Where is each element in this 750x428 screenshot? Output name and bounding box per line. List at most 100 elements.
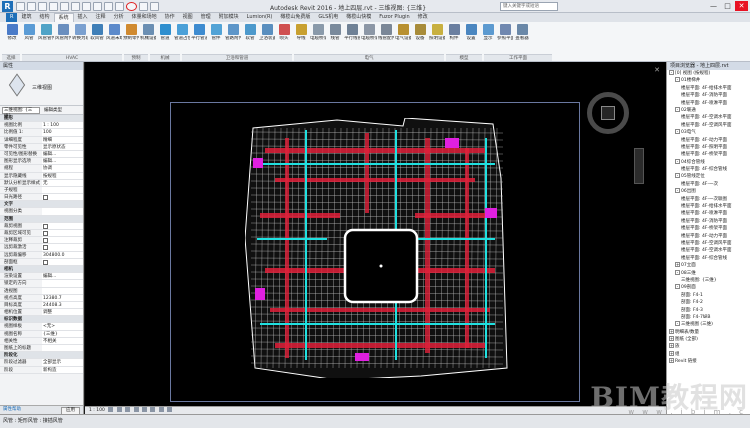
browser-tree-item[interactable]: 楼层平面: 4F-桥架平面 — [667, 225, 750, 232]
close-view-icon[interactable]: ✕ — [654, 66, 660, 74]
property-value[interactable]: 显示原状态 — [42, 143, 83, 150]
ribbon-button-20[interactable]: 平行线管 — [344, 24, 360, 53]
property-value[interactable] — [42, 208, 83, 215]
expand-toggle-icon[interactable]: + — [669, 358, 674, 364]
measure-icon[interactable] — [71, 2, 80, 11]
tab-8[interactable]: 协作 — [161, 13, 179, 22]
property-value[interactable]: 编辑... — [42, 158, 83, 165]
browser-tree-item[interactable]: 剖面: F4-2 — [667, 299, 750, 306]
collapse-toggle-icon[interactable]: - — [675, 77, 680, 83]
redo-icon[interactable] — [49, 2, 58, 11]
property-value[interactable]: 编辑... — [42, 273, 83, 280]
ribbon-button-29[interactable]: 参照平面 — [497, 24, 513, 53]
property-value[interactable]: 新构造 — [42, 366, 83, 373]
undo-icon[interactable] — [38, 2, 47, 11]
browser-tree-item[interactable]: 楼层平面: 4F-给排水平面 — [667, 85, 750, 92]
property-group[interactable]: 标识数据 — [0, 316, 83, 324]
section-icon[interactable] — [115, 2, 124, 11]
show-crop-icon[interactable] — [150, 407, 156, 412]
property-value[interactable]: 12380.7 — [42, 294, 83, 301]
view-cube[interactable] — [587, 92, 629, 134]
property-value[interactable]: 24408.3 — [42, 301, 83, 309]
tab-10[interactable]: 管理 — [197, 13, 215, 22]
close-button[interactable]: ✕ — [735, 1, 748, 11]
ribbon-button-8[interactable]: 机械设备 — [140, 24, 156, 53]
ribbon-button-25[interactable]: 照明设备 — [429, 24, 445, 53]
expand-toggle-icon[interactable]: + — [669, 343, 674, 349]
collapse-toggle-icon[interactable]: - — [675, 284, 680, 290]
browser-tree-item[interactable]: -01楼梯井 — [667, 77, 750, 84]
expand-toggle-icon[interactable]: + — [669, 328, 674, 334]
tab-5[interactable]: 注释 — [92, 13, 110, 22]
ribbon-button-2[interactable]: 风管管件 — [38, 24, 54, 53]
property-value[interactable] — [42, 287, 83, 294]
view-cube-face[interactable] — [601, 106, 615, 120]
property-value[interactable]: 1 : 100 — [42, 122, 83, 129]
ribbon-button-28[interactable]: 显示 — [480, 24, 496, 53]
property-value[interactable] — [42, 244, 83, 251]
property-value[interactable] — [42, 258, 83, 265]
ribbon-button-5[interactable]: 软风管 — [89, 24, 105, 53]
property-value[interactable] — [42, 194, 83, 201]
ribbon-button-30[interactable]: 查看器 — [514, 24, 530, 53]
property-group[interactable]: 范围 — [0, 215, 83, 223]
tab-7[interactable]: 体量和场地 — [128, 13, 161, 22]
property-value[interactable]: 全部显示 — [42, 359, 83, 366]
thin-lines-icon[interactable] — [126, 2, 137, 11]
tab-13[interactable]: 橄榄山免费版 — [276, 13, 314, 22]
tab-11[interactable]: 附加模块 — [215, 13, 243, 22]
browser-tree-item[interactable]: -08三维 — [667, 269, 750, 277]
ribbon-button-21[interactable]: 电缆桥架配件 — [361, 24, 377, 53]
ribbon-button-4[interactable]: 转换为软风管 — [72, 24, 88, 53]
expand-toggle-icon[interactable]: + — [675, 262, 680, 268]
browser-tree-item[interactable]: -06出图 — [667, 188, 750, 195]
browser-tree-item[interactable]: 三维视图: {三维} — [667, 277, 750, 284]
3d-view-icon[interactable] — [104, 2, 113, 11]
browser-tree-item[interactable]: 楼层平面: 4F-综合管线 — [667, 166, 750, 173]
browser-tree-item[interactable]: 楼层平面: 4F-空调水平面 — [667, 247, 750, 254]
maximize-button[interactable]: □ — [721, 1, 734, 11]
ribbon-button-23[interactable]: 电气设备 — [395, 24, 411, 53]
ribbon-button-27[interactable]: 设置 — [463, 24, 479, 53]
ribbon-button-18[interactable]: 电缆桥架 — [310, 24, 326, 53]
instance-filter-dropdown[interactable]: 三维视图: {三维} — [2, 106, 40, 119]
property-value[interactable] — [42, 345, 83, 352]
browser-tree-item[interactable]: 楼层平面: 4F-一次联图 — [667, 196, 750, 203]
browser-tree-item[interactable]: + 图纸 (全部) — [667, 336, 750, 343]
browser-tree-item[interactable]: 楼层平面: 4F-桥架平面 — [667, 151, 750, 158]
ribbon-button-15[interactable]: 卫浴装置 — [259, 24, 275, 53]
visual-style-icon[interactable] — [116, 407, 122, 412]
ribbon-button-11[interactable]: 平行管道 — [191, 24, 207, 53]
browser-tree-item[interactable]: 楼层平面: 4F-一次 — [667, 181, 750, 188]
switch-windows-icon[interactable] — [150, 2, 159, 11]
property-value[interactable]: 编辑... — [42, 150, 83, 158]
close-hidden-icon[interactable] — [139, 2, 148, 11]
ribbon-button-0[interactable]: 修改 — [4, 24, 20, 53]
property-group[interactable]: 图形 — [0, 115, 83, 123]
open-icon[interactable] — [16, 2, 25, 11]
ribbon-button-13[interactable]: 管路附件 — [225, 24, 241, 53]
search-input[interactable]: 键入关键字或短语 — [500, 2, 558, 11]
browser-tree-item[interactable]: 楼层平面: 4F-喷淋平面 — [667, 100, 750, 107]
apply-button[interactable]: 应用 — [61, 407, 80, 414]
browser-tree-item[interactable]: 剖面: F4-3 — [667, 307, 750, 314]
browser-tree-item[interactable]: - 三维视图 (三维) — [667, 321, 750, 328]
property-value[interactable] — [42, 280, 83, 287]
property-checkbox[interactable] — [43, 245, 48, 251]
property-checkbox[interactable] — [43, 223, 48, 229]
ribbon-button-17[interactable]: 导线 — [293, 24, 309, 53]
browser-tree-item[interactable]: -09剖面 — [667, 284, 750, 291]
property-value[interactable]: 不相关 — [42, 337, 83, 344]
ribbon-button-22[interactable]: 线管配件 — [378, 24, 394, 53]
browser-tree-item[interactable]: 楼层平面: 4F-消防平面 — [667, 218, 750, 225]
property-group[interactable]: 相机 — [0, 265, 83, 274]
browser-tree-item[interactable]: -03电气 — [667, 129, 750, 136]
property-value[interactable]: 304800.0 — [42, 251, 83, 258]
property-value[interactable] — [42, 222, 83, 229]
minimize-button[interactable]: — — [707, 1, 720, 11]
collapse-toggle-icon[interactable]: - — [675, 129, 680, 135]
print-icon[interactable] — [60, 2, 69, 11]
property-checkbox[interactable] — [43, 259, 48, 265]
property-value[interactable]: {三维} — [42, 330, 83, 337]
tab-6[interactable]: 分析 — [110, 13, 128, 22]
